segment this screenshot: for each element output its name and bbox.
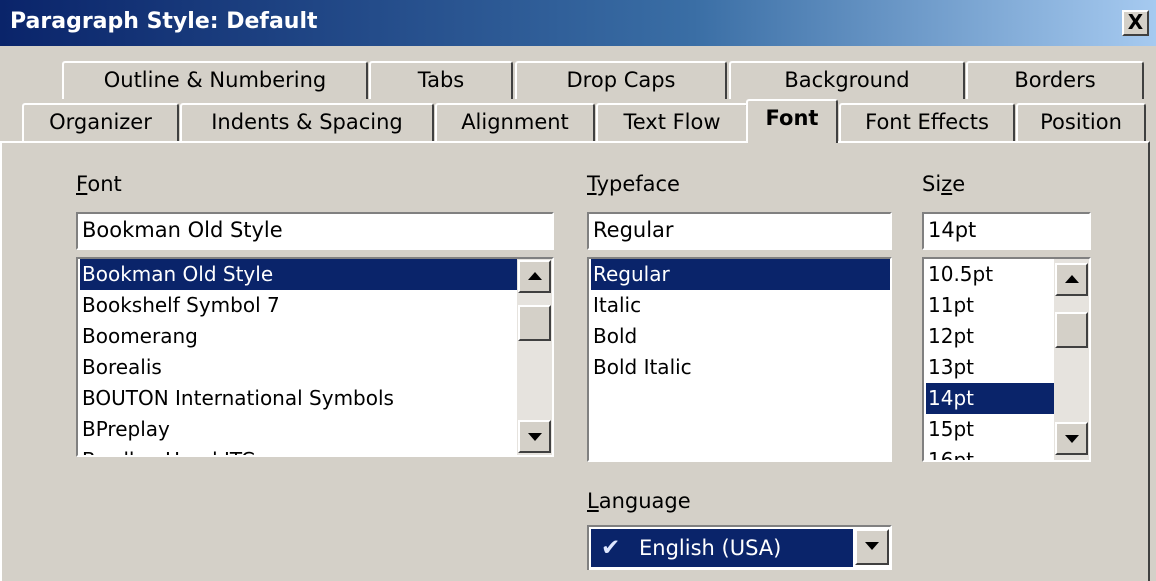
tab-font[interactable]: Font: [746, 99, 838, 143]
language-selected[interactable]: ✔ English (USA): [591, 529, 853, 567]
tab-label: Borders: [1014, 68, 1096, 92]
language-dropdown-button[interactable]: [855, 529, 889, 565]
list-item[interactable]: BOUTON International Symbols: [80, 383, 394, 414]
typeface-label: Typeface: [587, 172, 680, 196]
tab-background[interactable]: Background: [729, 61, 965, 99]
tab-label: Font: [765, 106, 819, 130]
scroll-up-button[interactable]: [1055, 263, 1088, 296]
tab-organizer[interactable]: Organizer: [22, 103, 179, 141]
close-icon: X: [1127, 10, 1144, 34]
arrow-up-icon: [1065, 275, 1079, 283]
list-item[interactable]: Bold Italic: [591, 352, 692, 383]
list-item[interactable]: Boomerang: [80, 321, 198, 352]
close-button[interactable]: X: [1122, 10, 1149, 36]
size-label: Size: [922, 172, 966, 196]
list-item[interactable]: 14pt: [926, 383, 1054, 414]
scroll-thumb[interactable]: [1055, 312, 1088, 348]
list-item[interactable]: 16pt: [926, 445, 974, 460]
arrow-down-icon: [1065, 435, 1079, 443]
tab-tabs[interactable]: Tabs: [369, 61, 513, 99]
list-item[interactable]: 13pt: [926, 352, 974, 383]
title-bar: Paragraph Style: Default X: [0, 0, 1156, 46]
arrow-down-icon: [528, 433, 542, 441]
tab-text-flow[interactable]: Text Flow: [596, 103, 748, 141]
tab-outline-numbering[interactable]: Outline & Numbering: [62, 61, 368, 99]
tab-label: Background: [784, 68, 910, 92]
size-list-scrollbar[interactable]: [1054, 259, 1089, 460]
font-list-scrollbar[interactable]: [517, 259, 552, 455]
tab-borders[interactable]: Borders: [966, 61, 1144, 99]
tab-label: Outline & Numbering: [103, 68, 327, 92]
list-item[interactable]: Bold: [591, 321, 637, 352]
scroll-down-button[interactable]: [1055, 422, 1088, 455]
list-item[interactable]: 12pt: [926, 321, 974, 352]
check-icon: ✔: [601, 535, 621, 561]
size-list[interactable]: 10.5pt 11pt 12pt 13pt 14pt 15pt 16pt: [922, 257, 1091, 462]
tab-label: Alignment: [461, 110, 569, 134]
scroll-thumb[interactable]: [518, 305, 551, 341]
language-value: English (USA): [639, 536, 782, 560]
list-item[interactable]: Regular: [591, 259, 890, 290]
language-dropdown[interactable]: ✔ English (USA): [587, 525, 892, 570]
scroll-down-button[interactable]: [518, 420, 551, 453]
tab-label: Organizer: [49, 110, 152, 134]
tab-label: Indents & Spacing: [211, 110, 403, 134]
tab-label: Position: [1040, 110, 1122, 134]
typeface-input[interactable]: Regular: [587, 212, 892, 250]
list-item[interactable]: Borealis: [80, 352, 162, 383]
typeface-list[interactable]: Regular Italic Bold Bold Italic: [587, 257, 892, 462]
list-item[interactable]: Bookman Old Style: [80, 259, 517, 290]
font-list[interactable]: Bookman Old Style Bookshelf Symbol 7 Boo…: [76, 257, 554, 457]
list-item[interactable]: BPreplay: [80, 414, 170, 445]
size-input[interactable]: 14pt: [922, 212, 1091, 250]
tab-indents-spacing[interactable]: Indents & Spacing: [180, 103, 434, 141]
tab-font-effects[interactable]: Font Effects: [839, 103, 1015, 141]
tab-label: Text Flow: [623, 110, 721, 134]
list-item[interactable]: Italic: [591, 290, 641, 321]
list-item[interactable]: Bradley Hand ITC: [80, 445, 255, 455]
chevron-down-icon: [865, 542, 879, 550]
window-title: Paragraph Style: Default: [10, 9, 318, 34]
tab-label: Font Effects: [865, 110, 989, 134]
list-item[interactable]: 11pt: [926, 290, 974, 321]
tab-drop-caps[interactable]: Drop Caps: [515, 61, 727, 99]
tab-alignment[interactable]: Alignment: [435, 103, 595, 141]
font-label: Font: [76, 172, 122, 196]
tab-position[interactable]: Position: [1016, 103, 1146, 141]
arrow-up-icon: [528, 272, 542, 280]
tab-label: Drop Caps: [566, 68, 676, 92]
tab-label: Tabs: [417, 68, 465, 92]
list-item[interactable]: 15pt: [926, 414, 974, 445]
list-item[interactable]: Bookshelf Symbol 7: [80, 290, 280, 321]
list-item[interactable]: 10.5pt: [926, 259, 993, 290]
font-name-input[interactable]: Bookman Old Style: [76, 212, 554, 250]
scroll-up-button[interactable]: [518, 260, 551, 293]
language-label: Language: [587, 489, 691, 513]
